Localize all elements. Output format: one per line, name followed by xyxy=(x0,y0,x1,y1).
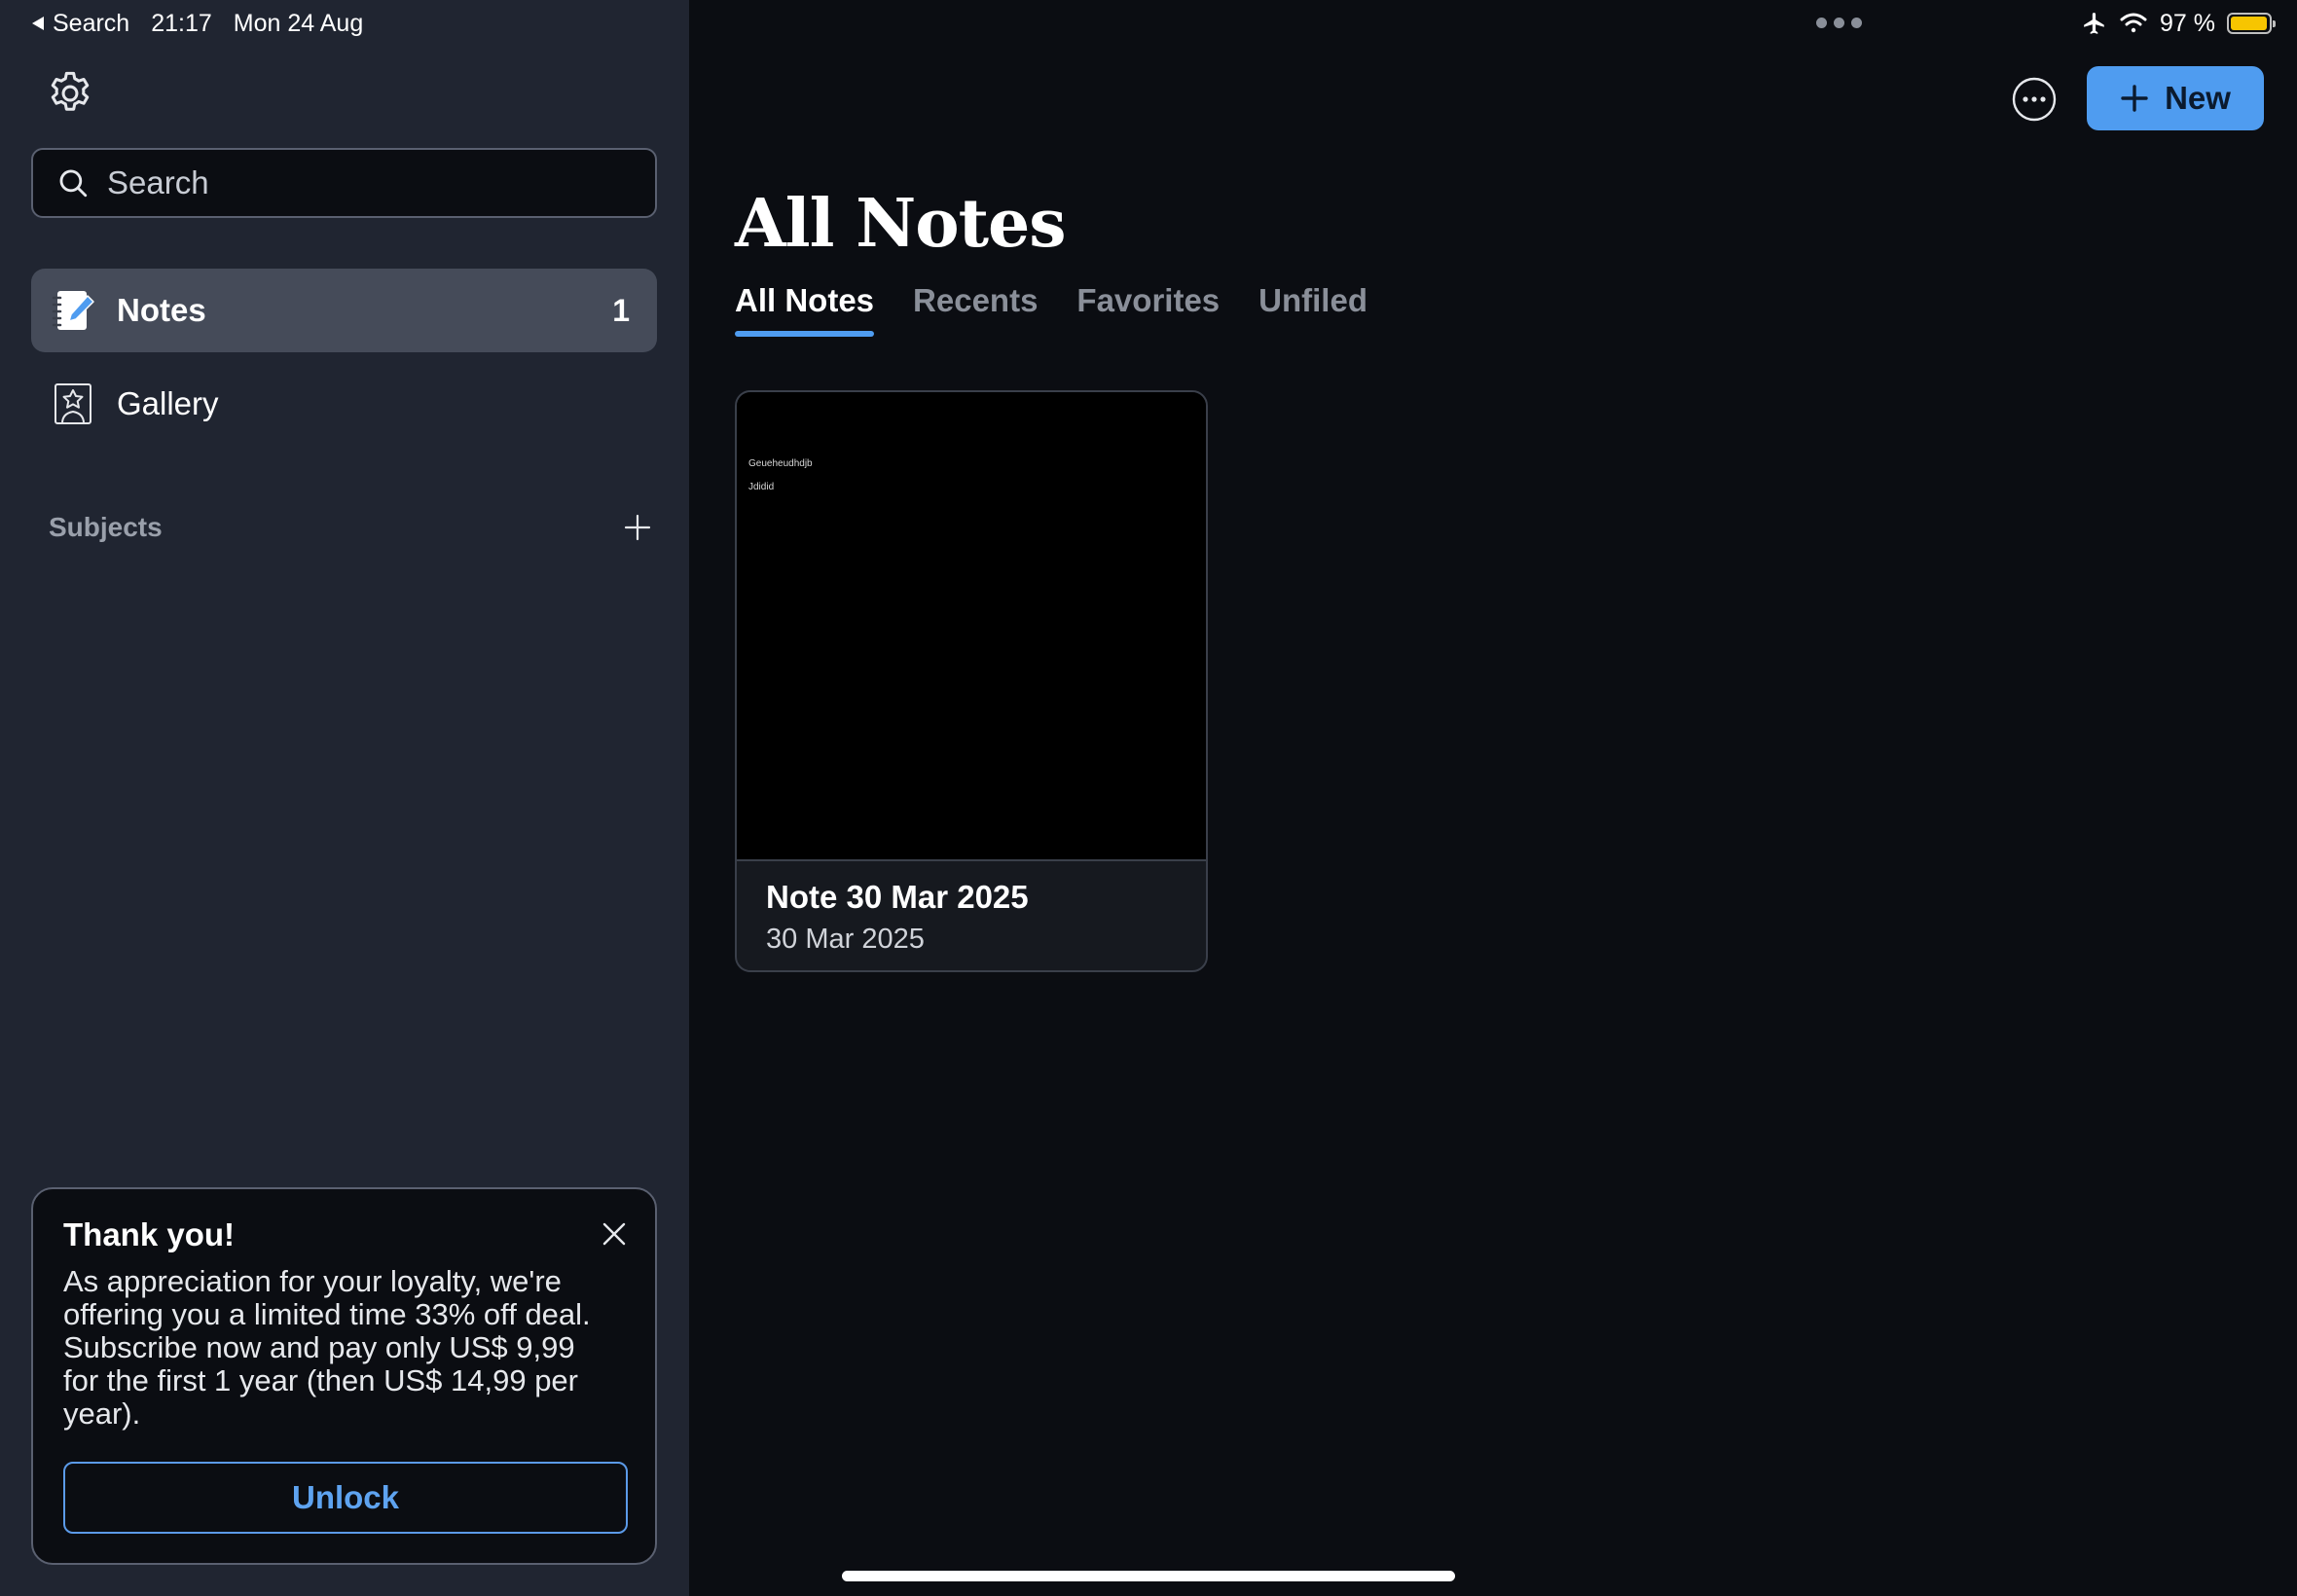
notes-tabs: All Notes Recents Favorites Unfiled xyxy=(735,282,1367,337)
new-note-button[interactable]: New xyxy=(2087,66,2264,130)
battery-icon xyxy=(2227,13,2276,34)
promo-body: As appreciation for your loyalty, we're … xyxy=(63,1264,591,1431)
airplane-mode-icon xyxy=(2084,13,2104,34)
add-subject-plus-icon[interactable] xyxy=(623,513,652,542)
notebook-pen-icon xyxy=(52,291,94,330)
note-date: 30 Mar 2025 xyxy=(766,924,925,955)
note-meta: Note 30 Mar 2025 30 Mar 2025 xyxy=(737,861,1206,956)
wifi-icon xyxy=(2120,13,2147,33)
page-title: All Notes xyxy=(735,185,1067,263)
tab-unfiled[interactable]: Unfiled xyxy=(1258,282,1367,337)
back-to-search-link[interactable]: Search xyxy=(31,10,129,38)
sidebar-item-gallery[interactable]: Gallery xyxy=(31,362,657,446)
status-time: 21:17 xyxy=(151,9,212,37)
status-bar-left: Search 21:17 Mon 24 Aug xyxy=(31,6,363,41)
note-preview-thumbnail: Geueheudhdjb Jdidid xyxy=(737,392,1206,861)
battery-percentage: 97 % xyxy=(2160,9,2215,37)
sidebar-item-label: Notes xyxy=(117,292,206,328)
notes-count-badge: 1 xyxy=(612,292,630,328)
promo-card: Thank you! As appreciation for your loya… xyxy=(31,1187,657,1565)
search-icon xyxy=(59,169,88,198)
close-icon[interactable] xyxy=(601,1220,628,1248)
plus-icon xyxy=(2121,85,2148,112)
sidebar: Search 21:17 Mon 24 Aug Search Notes 1 G… xyxy=(0,0,689,1596)
home-indicator[interactable] xyxy=(842,1571,1455,1581)
more-options-icon[interactable] xyxy=(2011,76,2058,123)
status-bar-right: 97 % xyxy=(2082,6,2276,41)
note-preview-line: Geueheudhdjb xyxy=(748,458,813,469)
tab-all-notes[interactable]: All Notes xyxy=(735,282,875,337)
sidebar-item-notes[interactable]: Notes 1 xyxy=(31,269,657,352)
unlock-button[interactable]: Unlock xyxy=(63,1462,628,1534)
tab-favorites[interactable]: Favorites xyxy=(1076,282,1220,337)
tab-recents[interactable]: Recents xyxy=(913,282,1038,337)
status-date: Mon 24 Aug xyxy=(233,9,364,37)
subjects-section-header: Subjects xyxy=(49,506,652,549)
battery-fill xyxy=(2231,17,2267,30)
new-button-label: New xyxy=(2165,80,2231,116)
search-input[interactable] xyxy=(107,164,633,201)
note-preview-line: Jdidid xyxy=(748,482,775,492)
promo-title: Thank you! xyxy=(63,1216,236,1252)
main-content: 97 % New All Notes All Notes Recents Fav… xyxy=(689,0,2297,1596)
multitasking-dots-icon[interactable] xyxy=(1816,18,1862,28)
sidebar-item-label: Gallery xyxy=(117,385,219,421)
note-title: Note 30 Mar 2025 xyxy=(766,879,1029,915)
subjects-label: Subjects xyxy=(49,512,163,542)
app-root: Search 21:17 Mon 24 Aug Search Notes 1 G… xyxy=(0,0,2297,1596)
note-card[interactable]: Geueheudhdjb Jdidid Note 30 Mar 2025 30 … xyxy=(735,390,1208,972)
back-triangle-icon xyxy=(32,17,44,30)
back-label: Search xyxy=(53,9,130,37)
settings-gear-icon[interactable] xyxy=(45,68,95,119)
gallery-icon xyxy=(55,383,91,424)
search-field[interactable] xyxy=(31,148,657,218)
